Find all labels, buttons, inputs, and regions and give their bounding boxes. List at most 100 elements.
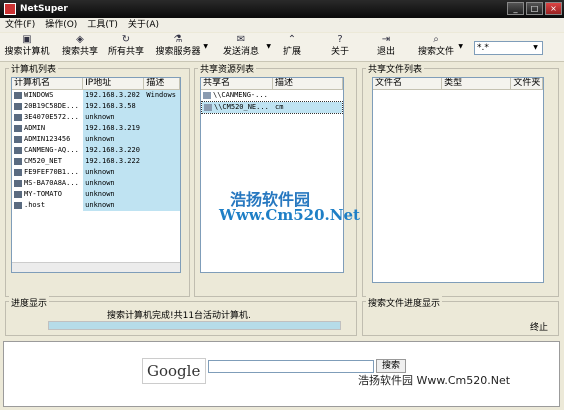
send-message-label: 发送消息: [222, 47, 259, 57]
table-row[interactable]: CM520_NET 192.168.3.222: [12, 156, 180, 167]
ip-cell: unknown: [83, 178, 145, 189]
google-search-button[interactable]: 搜索: [376, 359, 406, 373]
menu-about[interactable]: 关于(A): [123, 18, 164, 32]
table-row[interactable]: ADMIN 192.168.3.219: [12, 123, 180, 134]
cell-text: 192.168.3.220: [85, 146, 140, 154]
chevron-down-icon[interactable]: ▼: [266, 43, 271, 50]
menu-operate[interactable]: 操作(O): [40, 18, 82, 32]
ip-cell: unknown: [83, 167, 145, 178]
table-row[interactable]: .host unknown: [12, 200, 180, 211]
shared-files-list[interactable]: 文件名 类型 文件夹: [372, 77, 544, 283]
computer-name-cell: WINDOWS: [12, 90, 83, 101]
desc-cell: [144, 178, 180, 189]
file-search-icon: ⌕: [433, 34, 439, 45]
share-folder-icon: [203, 91, 211, 99]
cell-text: WINDOWS: [24, 91, 54, 99]
computer-list[interactable]: 计算机名 IP地址 描述 WINDOWS 192.168.3.202 Windows…: [11, 77, 181, 273]
computer-icon: [14, 113, 22, 121]
all-shares-button[interactable]: ↻ 所有共享: [106, 33, 146, 61]
share-list-title: 共享资源列表: [198, 62, 257, 75]
menu-file[interactable]: 文件(F): [0, 18, 40, 32]
cell-text: ADMIN: [24, 124, 46, 132]
table-row[interactable]: WINDOWS 192.168.3.202 Windows: [12, 90, 180, 101]
cell-text: CANMENG-AQ...: [24, 146, 79, 154]
share-name-cell: \\CM520_NE...: [202, 102, 273, 113]
table-row[interactable]: 3E4070E572... unknown: [12, 112, 180, 123]
computer-icon: [14, 135, 22, 143]
cell-text: \\CANMENG-...: [213, 91, 268, 99]
chevron-down-icon[interactable]: ▼: [530, 43, 541, 53]
desc-cell: [144, 189, 180, 200]
computer-icon: [14, 102, 22, 110]
cell-text: unknown: [85, 201, 115, 209]
cell-text: unknown: [85, 168, 115, 176]
search-computer-button[interactable]: ▣ 搜索计算机: [4, 33, 50, 61]
col-file-name[interactable]: 文件名: [373, 78, 443, 89]
about-button[interactable]: ? 关于: [328, 33, 352, 61]
send-message-button[interactable]: ✉ 发送消息 ▼: [218, 33, 271, 61]
cell-text: FE9FEF70B1...: [24, 168, 79, 176]
table-row[interactable]: CANMENG-AQ... 192.168.3.220: [12, 145, 180, 156]
cell-text: unknown: [85, 179, 115, 187]
computer-list-hscroll[interactable]: [12, 262, 180, 272]
file-progress-status: 终止: [530, 323, 549, 333]
cell-text: unknown: [85, 113, 115, 121]
computer-icon: [14, 157, 22, 165]
search-computer-label: 搜索计算机: [4, 47, 50, 57]
col-file-folder[interactable]: 文件夹: [511, 78, 543, 89]
computer-icon: [14, 168, 22, 176]
ip-cell: unknown: [83, 134, 145, 145]
table-row[interactable]: FE9FEF70B1... unknown: [12, 167, 180, 178]
minimize-button[interactable]: _: [507, 2, 524, 15]
desc-cell: [144, 134, 180, 145]
exit-label: 退出: [376, 47, 395, 57]
extend-button[interactable]: ⌃ 扩展: [280, 33, 304, 61]
table-row[interactable]: \\CM520_NE... cm: [201, 101, 343, 114]
desc-cell: [144, 156, 180, 167]
table-row[interactable]: \\CANMENG-...: [201, 90, 343, 101]
all-shares-icon: ↻: [121, 34, 131, 45]
table-row[interactable]: ADMIN123456 unknown: [12, 134, 180, 145]
table-row[interactable]: 20B19C58DE... 192.168.3.58: [12, 101, 180, 112]
col-file-type[interactable]: 类型: [442, 78, 512, 89]
menu-tools[interactable]: 工具(T): [82, 18, 123, 32]
computer-icon: [14, 91, 22, 99]
all-shares-label: 所有共享: [107, 47, 144, 57]
google-logo: Google: [142, 358, 206, 384]
computer-icon: [14, 124, 22, 132]
col-computer-name[interactable]: 计算机名: [12, 78, 84, 89]
search-file-button[interactable]: ⌕ 搜索文件 ▼: [416, 33, 463, 61]
chevron-down-icon[interactable]: ▼: [458, 43, 463, 50]
computer-list-title: 计算机列表: [9, 62, 59, 75]
about-label: 关于: [330, 47, 349, 57]
desc-cell: [144, 145, 180, 156]
menu-bar: 文件(F) 操作(O) 工具(T) 关于(A): [0, 18, 564, 32]
watermark-en: Www.Cm520.Net: [219, 206, 360, 224]
file-filter-combo[interactable]: *.* ▼: [474, 41, 543, 55]
search-share-button[interactable]: ◈ 搜索共享: [60, 33, 100, 61]
chevron-down-icon[interactable]: ▼: [203, 43, 208, 50]
search-file-label: 搜索文件: [417, 47, 454, 57]
computer-name-cell: FE9FEF70B1...: [12, 167, 83, 178]
computer-name-cell: 3E4070E572...: [12, 112, 83, 123]
exit-button[interactable]: ⇥ 退出: [374, 33, 398, 61]
col-desc[interactable]: 描述: [144, 78, 180, 89]
title-bar: NetSuper _ □ ×: [0, 0, 564, 18]
search-server-button[interactable]: ⚗ 搜索服务器 ▼: [155, 33, 208, 61]
table-row[interactable]: MY-TOMATO unknown: [12, 189, 180, 200]
table-row[interactable]: MS-BA70A8A... unknown: [12, 178, 180, 189]
cell-text: .host: [24, 201, 46, 209]
col-ip[interactable]: IP地址: [83, 78, 145, 89]
google-search-input[interactable]: [208, 360, 374, 373]
computer-icon: [14, 201, 22, 209]
cell-text: ADMIN123456: [24, 135, 71, 143]
maximize-button[interactable]: □: [526, 2, 543, 15]
file-filter-value: *.*: [477, 43, 489, 53]
cell-text: MY-TOMATO: [24, 190, 62, 198]
share-list[interactable]: 共享名 描述 \\CANMENG-... \\CM520_NE... cm: [200, 77, 344, 273]
col-share-desc[interactable]: 描述: [273, 78, 343, 89]
close-button[interactable]: ×: [545, 2, 562, 15]
ip-cell: 192.168.3.222: [83, 156, 145, 167]
progress-status: 搜索计算机完成!共11台活动计算机.: [107, 311, 251, 321]
col-share-name[interactable]: 共享名: [201, 78, 273, 89]
